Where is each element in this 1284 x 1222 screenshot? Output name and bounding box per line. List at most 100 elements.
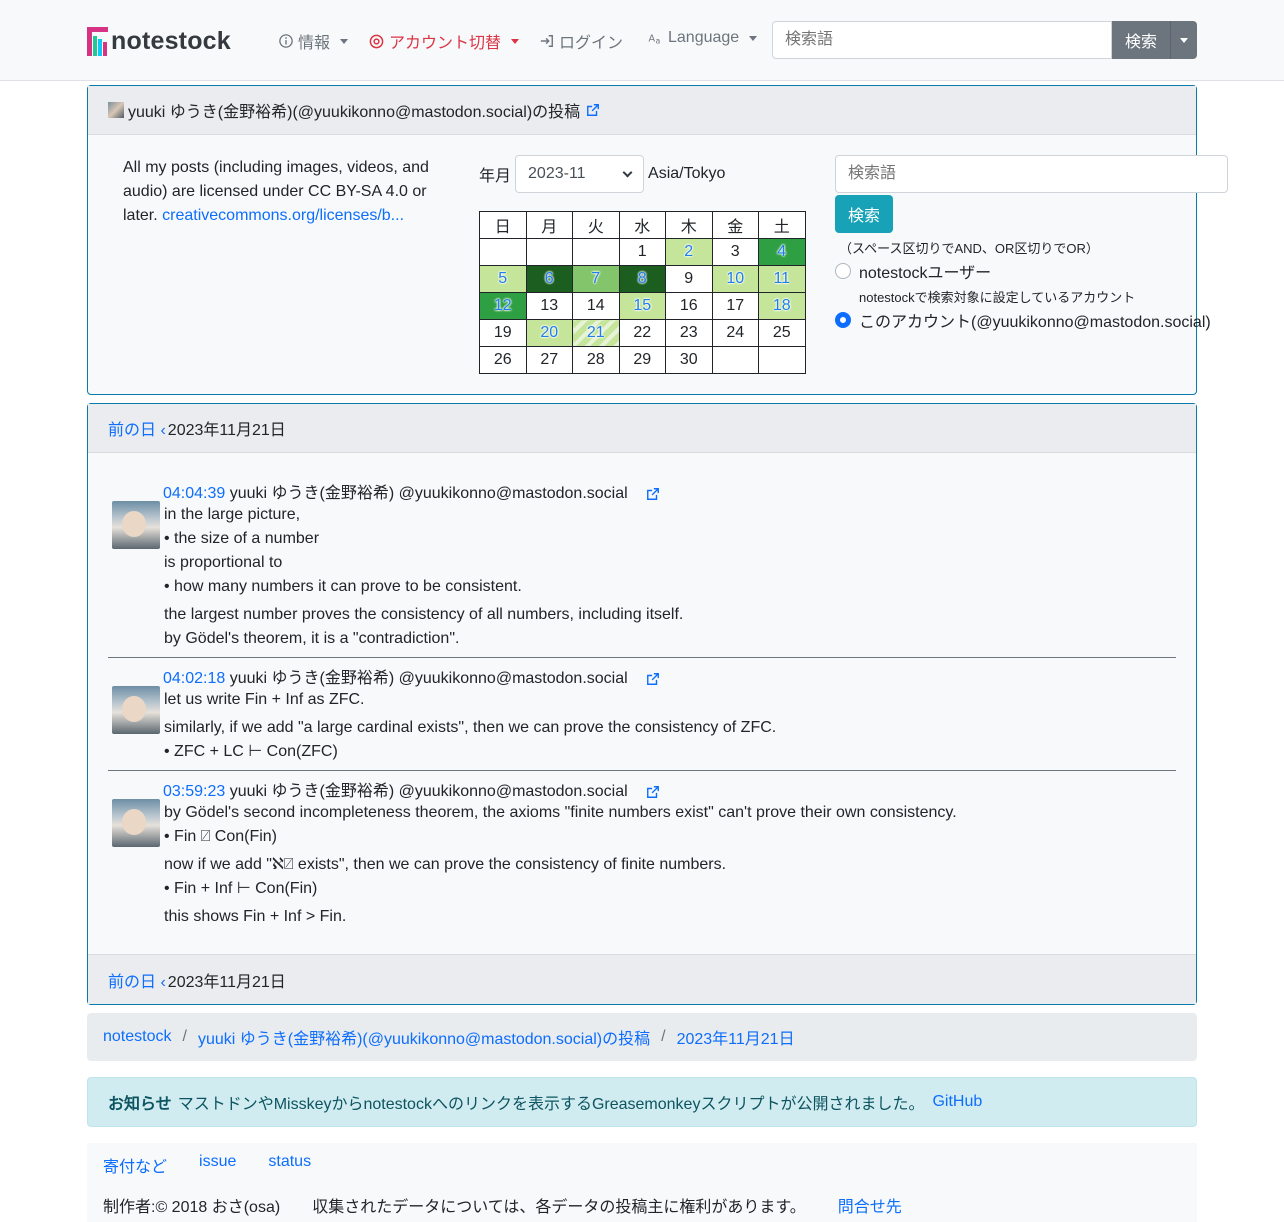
chevron-down-icon	[340, 38, 349, 44]
notice-label: お知らせ	[108, 1096, 172, 1113]
calendar-day-link[interactable]: 10	[726, 270, 744, 287]
nav-search-form: 検索	[772, 21, 1197, 59]
chevron-down-icon	[511, 38, 520, 44]
calendar-day-link[interactable]: 18	[773, 297, 791, 314]
post-line: the largest number proves the consistenc…	[164, 606, 684, 623]
breadcrumb-home[interactable]: notestock	[103, 1028, 171, 1046]
svg-text:a: a	[656, 36, 661, 45]
prev-day-label: 前の日	[108, 422, 157, 439]
calendar-day-link[interactable]: 20	[540, 324, 558, 341]
footer-rights: 収集されたデータについては、各データの投稿主に権利があります。	[312, 1199, 806, 1216]
avatar[interactable]	[112, 686, 160, 734]
radio-users[interactable]: notestockユーザー	[835, 259, 1228, 283]
calendar-week: 1 2 3 4	[479, 238, 806, 266]
nav-search-dropdown-button[interactable]	[1170, 21, 1197, 59]
calendar-day[interactable]: 2	[665, 238, 713, 266]
calendar-day[interactable]: 4	[758, 238, 806, 266]
radio-account-input[interactable]	[835, 312, 851, 328]
chevron-left-icon: ‹	[156, 973, 166, 991]
breadcrumb-date[interactable]: 2023年11月21日	[677, 1025, 795, 1049]
calendar-day: 3	[711, 238, 759, 266]
calendar-day[interactable]: 12	[479, 292, 527, 320]
post-author: yuuki ゆうき(金野裕希) @yuukikonno@mastodon.soc…	[229, 783, 628, 800]
calendar-day-link[interactable]: 8	[638, 270, 647, 287]
calendar-day[interactable]: 6	[525, 265, 573, 293]
year-month-label: 年月	[479, 168, 512, 185]
calendar-day[interactable]: 7	[572, 265, 620, 293]
calendar-day-link[interactable]: 12	[494, 297, 512, 314]
calendar-day-link[interactable]: 7	[591, 270, 600, 287]
calendar-day-link[interactable]: 15	[633, 297, 651, 314]
post-time-link[interactable]: 04:04:39	[163, 485, 225, 502]
calendar-day-selected[interactable]: 21	[572, 319, 620, 347]
nav-language[interactable]: Aa Language	[648, 29, 758, 47]
post-divider	[108, 657, 1176, 658]
calendar-day: 13	[525, 292, 573, 320]
post-paragraph: similarly, if we add "a large cardinal e…	[164, 716, 776, 764]
calendar-day[interactable]: 20	[525, 319, 573, 347]
calendar-day-link[interactable]: 11	[773, 270, 790, 287]
calendar-week: 19 20 21 22 23 24 25	[479, 319, 806, 347]
prev-day-link[interactable]: 前の日 ‹	[108, 968, 166, 992]
nav-account-switch[interactable]: アカウント切替	[369, 29, 520, 53]
calendar-day[interactable]: 11	[758, 265, 806, 293]
chevron-left-icon: ‹	[156, 422, 166, 439]
weekday: 金	[711, 211, 759, 239]
calendar-day[interactable]: 10	[711, 265, 759, 293]
post-time-link[interactable]: 03:59:23	[163, 783, 225, 800]
post-paragraph: in the large picture, • the size of a nu…	[164, 503, 683, 599]
calendar-day-link[interactable]: 4	[777, 243, 786, 260]
post: 04:04:39 yuuki ゆうき(金野裕希) @yuukikonno@mas…	[108, 479, 1176, 649]
calendar-week: 26 27 28 29 30	[479, 346, 806, 374]
nav-login[interactable]: ログイン	[540, 29, 623, 53]
radio-users-input[interactable]	[835, 263, 851, 279]
avatar[interactable]	[112, 501, 160, 549]
breadcrumb-separator: /	[661, 1028, 666, 1045]
calendar-day[interactable]: 18	[758, 292, 806, 320]
external-link-icon[interactable]	[646, 785, 660, 799]
brand[interactable]: notestock	[87, 27, 231, 56]
calendar-day: 22	[618, 319, 666, 347]
calendar-day[interactable]: 8	[618, 265, 666, 293]
calendar-day[interactable]: 5	[479, 265, 527, 293]
avatar[interactable]	[112, 799, 160, 847]
calendar-day	[711, 346, 759, 374]
info-icon	[279, 34, 293, 48]
radio-account[interactable]: このアカウント(@yuukikonno@mastodon.social)	[835, 308, 1228, 332]
post-line: let us write Fin + Inf as ZFC.	[164, 691, 365, 708]
notestock-logo-icon	[87, 27, 108, 56]
radio-users-label: notestockユーザー	[859, 265, 992, 282]
account-card-header: yuuki ゆうき(金野裕希)(@yuukikonno@mastodon.soc…	[88, 86, 1196, 135]
account-search-button[interactable]: 検索	[835, 195, 893, 233]
nav-search-button[interactable]: 検索	[1112, 21, 1170, 59]
account-search-input[interactable]	[835, 155, 1228, 193]
post-line: similarly, if we add "a large cardinal e…	[164, 719, 777, 736]
footer-link-issue[interactable]: issue	[199, 1153, 236, 1177]
year-month-select[interactable]: 2023-11	[515, 155, 645, 193]
footer-link-donate[interactable]: 寄付など	[103, 1153, 167, 1177]
post-time-link[interactable]: 04:02:18	[163, 670, 225, 687]
external-link-icon[interactable]	[646, 672, 660, 686]
license-text: All my posts (including images, videos, …	[123, 156, 453, 228]
license-link[interactable]: creativecommons.org/licenses/b...	[162, 207, 404, 224]
footer-link-status[interactable]: status	[268, 1153, 311, 1177]
prev-day-link[interactable]: 前の日 ‹	[108, 416, 166, 440]
nav-search-input[interactable]	[772, 21, 1112, 59]
weekday: 月	[525, 211, 573, 239]
footer-contact-link[interactable]: 問合せ先	[838, 1193, 902, 1217]
nav-info[interactable]: 情報	[279, 29, 349, 53]
calendar-day[interactable]: 15	[618, 292, 666, 320]
calendar-day-link[interactable]: 21	[587, 324, 605, 341]
external-link-icon[interactable]	[646, 487, 660, 501]
weekday: 火	[572, 211, 620, 239]
notice-alert: お知らせ マストドンやMisskeyからnotestockへのリンクを表示するG…	[87, 1077, 1197, 1127]
calendar-day-link[interactable]: 5	[498, 270, 507, 287]
notice-github-link[interactable]: GitHub	[932, 1093, 982, 1111]
calendar-day-link[interactable]: 6	[545, 270, 554, 287]
breadcrumb: notestock / yuuki ゆうき(金野裕希)(@yuukikonno@…	[87, 1013, 1197, 1061]
post-author: yuuki ゆうき(金野裕希) @yuukikonno@mastodon.soc…	[229, 485, 628, 502]
calendar-day-link[interactable]: 2	[684, 243, 693, 260]
post-paragraph: the largest number proves the consistenc…	[164, 603, 683, 651]
external-link-icon[interactable]	[586, 103, 600, 117]
breadcrumb-account[interactable]: yuuki ゆうき(金野裕希)(@yuukikonno@mastodon.soc…	[198, 1025, 650, 1049]
